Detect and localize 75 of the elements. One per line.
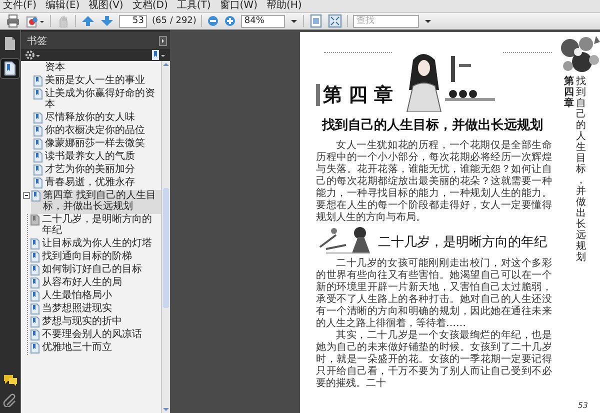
bookmark-icon: [33, 138, 43, 150]
bookmark-icon: [30, 302, 40, 314]
expand-toggle[interactable]: [23, 190, 30, 200]
full-screen-icon[interactable]: [328, 14, 342, 28]
menu-item[interactable]: 工具(T): [176, 0, 211, 12]
bookmark-item[interactable]: 找到通向目标的阶梯: [30, 250, 161, 264]
menu-item[interactable]: 视图(V): [88, 0, 124, 12]
bookmark-icon: [33, 164, 43, 176]
bookmark-item[interactable]: 读书最养女人的气质: [33, 150, 161, 164]
bookmark-item[interactable]: 如何制订好自己的目标: [30, 264, 161, 276]
page-number: 53: [578, 401, 588, 410]
bookmark-item[interactable]: 人生最怕格局小: [30, 290, 161, 302]
print-icon[interactable]: [6, 14, 20, 28]
bookmark-item[interactable]: 青春易逝，优雅永存: [33, 176, 161, 190]
bookmark-icon: [3, 61, 17, 76]
running-head: 找到自己的人生目标，并做出长远规划: [576, 76, 586, 263]
bookmark-icon: [33, 150, 43, 162]
sidebar-tab[interactable]: [1, 59, 19, 78]
paragraph: 二十几岁的女孩可能刚刚走出校门，对这个多彩的世界有些向往又有些害怕。她渴望自己可以在一个新的环境里开辟一片新天地，又害怕自己太过脆弱，承受不了人生路上的各种打击。她对自己的人生还没有一个清晰的方向和明确的规划，因此她在通往未来的人生之路上徘徊着，等待着……: [316, 258, 552, 330]
document-tools-icon[interactable]: [25, 14, 45, 28]
bookmark-icon: [30, 342, 40, 354]
bookmark-icon: [30, 214, 40, 226]
bookmark-icon: [30, 264, 40, 276]
bookmark-icon: [33, 112, 43, 124]
bookmark-icon: [33, 74, 43, 86]
next-page-icon[interactable]: [100, 14, 114, 28]
bookmark-item[interactable]: 你的衣橱决定你的品位: [33, 124, 161, 138]
bookmark-item[interactable]: 从容布好人生的局: [30, 276, 161, 290]
bookmark-item[interactable]: 让目标成为你人生的灯塔: [30, 238, 161, 250]
search-field[interactable]: 查找: [353, 14, 420, 28]
gear-icon[interactable]: [25, 50, 41, 60]
section-heading: 二十几岁，是明晰方向的年纪: [378, 234, 547, 251]
bookmark-icon: [30, 276, 40, 288]
bookmark-item[interactable]: 当梦想照进现实: [30, 302, 161, 316]
scrollbar-thumb[interactable]: [163, 188, 169, 308]
bookmark-item[interactable]: 二十几岁，是明晰方向的年纪: [30, 214, 161, 238]
bookmark-item[interactable]: 像蒙娜丽莎一样去微笑: [33, 138, 161, 150]
fit-page-icon[interactable]: [309, 14, 324, 28]
bookmark-icon: [30, 250, 40, 262]
bookmark-options-icon[interactable]: [151, 50, 166, 60]
panel-title: 书签: [27, 34, 47, 48]
bookmark-item[interactable]: 梦想与现实的折中: [30, 316, 161, 328]
attachment-icon[interactable]: [3, 393, 17, 407]
bookmark-item[interactable]: 才艺为你的美丽加分: [33, 164, 161, 176]
bookmark-item[interactable]: 不要理会别人的风凉话: [30, 328, 161, 342]
bookmark-item[interactable]: 尽情释放你的女人味: [33, 112, 161, 124]
bookmark-icon: [30, 328, 40, 340]
bookmark-icon: [33, 88, 43, 100]
menu-item[interactable]: 编辑(E): [46, 0, 80, 12]
bookmark-item[interactable]: 美丽是女人一生的事业: [33, 74, 161, 88]
paragraph: 其实，二十几岁是一个女孩最绚烂的年纪，也是她为自己的未来做好铺垫的时候。女孩到了二十几岁时，就是一朵盛开的花。女孩的一季花期一定要记得只开给自己看，千万不要为了别人而让自己受到不必要的摧残。二十: [316, 330, 552, 390]
pages-icon: [3, 36, 17, 51]
scroll-down-icon[interactable]: [162, 406, 170, 413]
menu-item[interactable]: 帮助(H): [266, 0, 302, 12]
comments-icon[interactable]: [2, 373, 18, 387]
bookmark-icon: [33, 176, 43, 188]
zoom-in-icon[interactable]: [224, 15, 236, 27]
page-number-field[interactable]: 53: [119, 14, 147, 28]
chapter-title: 找到自己的人生目标，并做出长远规划: [322, 116, 544, 134]
previous-page-icon[interactable]: [81, 14, 95, 28]
bookmark-icon: [30, 290, 40, 302]
bookmark-icon: [30, 316, 40, 328]
paragraph: 女人一生犹如花的历程，一个花期仅是全部生命历程中的一个小小部分，每次花期必将经历一次辉煌与失落。花开花落，谁能无忧，谁能无怨？如何让自己的每次花期都绽放出最美丽的花朵？这就需要一种能力，一种寻找目标的能力，一种规划人生的能力。要想在人生的每一个阶段都走得好，女人一定要懂得规划人生的方向与布局。: [316, 140, 552, 224]
zoom-field[interactable]: 84%: [241, 14, 286, 28]
bookmark-item[interactable]: 资本: [33, 62, 161, 74]
bookmark-item[interactable]: 第四章 找到自己的人生目标，并做出长远规划: [31, 190, 161, 214]
bookmark-item[interactable]: 让美成为你赢得好命的资本: [33, 88, 161, 112]
panel-menu-icon[interactable]: [159, 36, 167, 46]
page-count: (65 / 292): [152, 16, 196, 26]
running-head: 第四章: [564, 76, 574, 109]
bookmark-icon: [30, 238, 40, 250]
zoom-out-icon[interactable]: [207, 15, 220, 27]
bookmark-icon: [31, 190, 41, 202]
bookmark-item[interactable]: 优雅地三十而立: [30, 342, 161, 354]
bookmark-icon: [33, 124, 43, 136]
